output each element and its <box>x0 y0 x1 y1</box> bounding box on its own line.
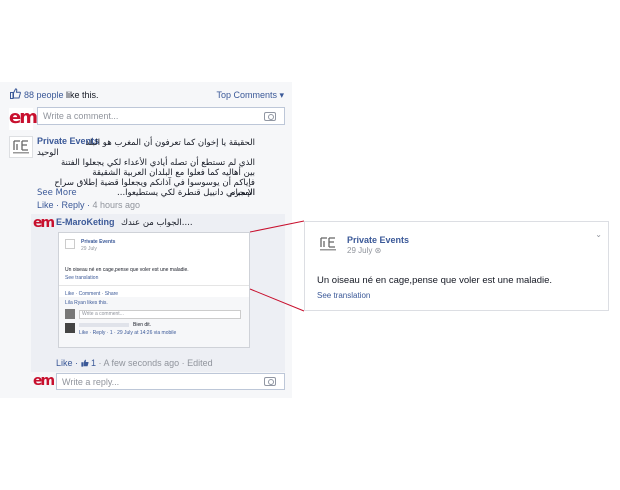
thumb-comment-input: Write a comment... <box>79 310 241 319</box>
comment-body: الحقيقة يا إخوان كما تعرفون أن المغرب هو… <box>37 138 255 148</box>
likes-count-link[interactable]: 88 people <box>24 90 64 100</box>
reply-thumbs-up-icon <box>80 359 89 367</box>
e-marketing-avatar: em <box>9 107 38 130</box>
reply-author[interactable]: E-MaroKeting <box>56 217 115 227</box>
reply-input-placeholder: Write a reply... <box>62 377 120 387</box>
reply-avatar: em <box>33 215 55 231</box>
reply-input[interactable]: Write a reply... <box>56 373 285 390</box>
zoom-date-wrap: 29 July ⊛ <box>347 246 381 255</box>
private-events-logo-icon <box>13 140 29 154</box>
thumb-text: Un oiseau né en cage,pense que voler est… <box>65 267 189 273</box>
reply-timestamp: · A few seconds ago · Edited <box>96 358 213 368</box>
comment-timestamp[interactable]: 4 hours ago <box>93 200 141 210</box>
thumb-translation: See translation <box>65 275 99 281</box>
zoom-author[interactable]: Private Events <box>347 235 409 245</box>
likes-suffix: like this. <box>63 90 99 100</box>
see-more-link[interactable]: See More <box>37 188 77 198</box>
thumb-reply-meta: Like · Reply · 1 · 29 July at 14:26 via … <box>79 330 177 336</box>
comment-line-6-wrap: الإسباني دانييل قنطرة لكي يستطيعوا... Se… <box>37 188 255 198</box>
thumb-author: Private Events <box>81 239 116 245</box>
zoom-see-translation-link[interactable]: See translation <box>317 291 370 300</box>
comment-actions: Like · Reply · 4 hours ago <box>37 200 140 210</box>
reply-composer-avatar: em <box>33 373 55 389</box>
thumb-likes: Lila Ryan likes this. <box>65 300 108 306</box>
comment-input[interactable]: Write a comment... <box>37 107 285 125</box>
comment-line-2-wrap: الوحيد <box>37 148 255 158</box>
reply-actions: Like · 1 · A few seconds ago · Edited <box>56 358 213 368</box>
reply-camera-icon[interactable] <box>264 377 276 386</box>
thumb-reply-text: Bien dit. <box>133 322 152 328</box>
globe-icon: ⊛ <box>374 246 382 255</box>
zoomed-post-callout: Private Events 29 July ⊛ ⌄ Un oiseau né … <box>304 221 609 311</box>
comment-line-3: الذي لم تستطع أن تصله أيادي الأعداء لكي … <box>60 158 255 168</box>
zoom-post-text: Un oiseau né en cage,pense que voler est… <box>317 275 553 286</box>
reply-text: الجواب من عندك.... <box>121 218 193 228</box>
comment-input-placeholder: Write a comment... <box>43 111 119 121</box>
top-comments-dropdown[interactable]: Top Comments ▾ <box>216 90 284 101</box>
thumb-divider <box>59 285 249 286</box>
thumb-commenter-avatar <box>65 309 75 319</box>
comment-line-2: الوحيد <box>37 148 59 158</box>
thumb-redacted-name <box>79 323 129 327</box>
thumbs-up-icon <box>10 88 21 99</box>
attached-screenshot[interactable]: Private Events 29 July Un oiseau né en c… <box>58 232 250 348</box>
comment-line-4-wrap: بين أهاليه كما فعلوا مع البلدان العربية … <box>37 168 255 178</box>
zoom-private-events-logo-icon <box>320 237 336 251</box>
zoom-date[interactable]: 29 July <box>347 246 372 255</box>
camera-icon[interactable] <box>264 112 276 121</box>
private-events-avatar[interactable] <box>9 136 33 158</box>
comment-line-6: الإسباني دانييل قنطرة لكي يستطيعوا... <box>117 188 255 198</box>
reply-likes-count[interactable]: 1 <box>80 358 96 368</box>
chevron-down-icon[interactable]: ⌄ <box>595 230 602 239</box>
reply-header: E-MaroKeting الجواب من عندك.... <box>56 217 193 228</box>
comment-line-3-wrap: الذي لم تستطع أن تصله أيادي الأعداء لكي … <box>37 158 255 168</box>
reply-like-link[interactable]: Like · <box>56 358 81 368</box>
thumb-reply-avatar <box>65 323 75 333</box>
comment-line-1: الحقيقة يا إخوان كما تعرفون أن المغرب هو… <box>85 138 255 148</box>
likes-summary: 88 people like this. <box>24 90 99 100</box>
comment-line-4: بين أهاليه كما فعلوا مع البلدان العربية … <box>92 168 255 178</box>
thumb-avatar <box>65 239 75 249</box>
thumb-date: 29 July <box>81 246 97 252</box>
comment-like-reply-links[interactable]: Like · Reply · <box>37 200 93 210</box>
like-summary-bar: 88 people like this. Top Comments ▾ <box>0 88 292 102</box>
